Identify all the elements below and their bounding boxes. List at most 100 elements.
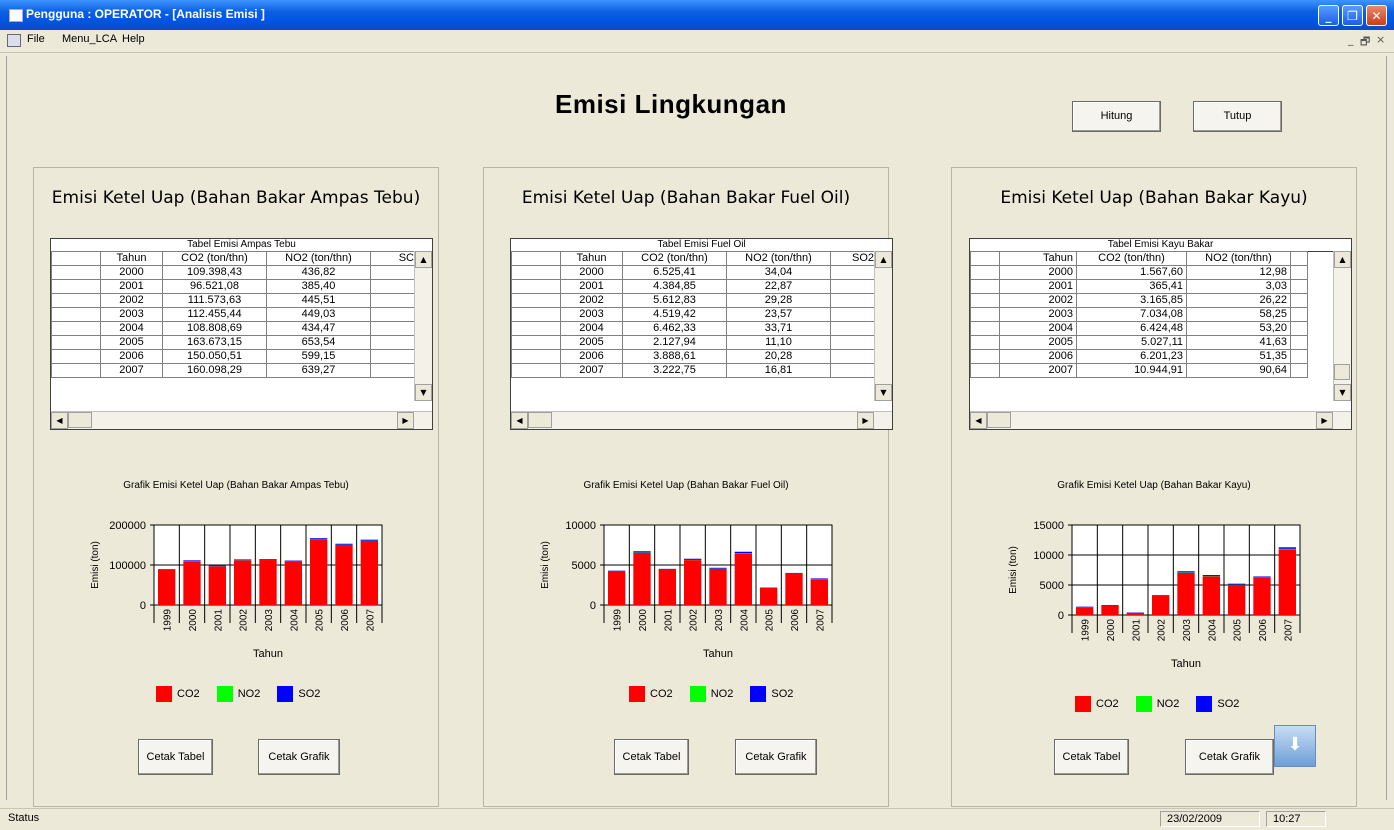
column-header[interactable]: NO2 (ton/thn) [1187, 252, 1291, 266]
scroll-up-icon[interactable]: ▲ [1334, 251, 1351, 268]
table-cell[interactable]: 33,71 [727, 322, 831, 336]
table-cell[interactable]: 2006 [561, 350, 623, 364]
row-selector[interactable] [512, 322, 561, 336]
row-selector[interactable] [52, 322, 101, 336]
row-selector[interactable] [512, 280, 561, 294]
row-selector[interactable] [512, 336, 561, 350]
close-button[interactable]: ✕ [1366, 5, 1387, 26]
table-cell[interactable]: 5.027,11 [1077, 336, 1187, 350]
table-cell[interactable]: 20,28 [727, 350, 831, 364]
table-cell[interactable]: 23,57 [727, 308, 831, 322]
table-row[interactable]: 2004108.808,69434,47 [52, 322, 418, 336]
row-selector[interactable] [52, 350, 101, 364]
table-cell[interactable] [371, 308, 418, 322]
table-cell[interactable]: 2000 [561, 266, 623, 280]
table-row[interactable]: 20034.519,4223,57 [512, 308, 878, 322]
table-row[interactable]: 2001365,413,03 [971, 280, 1308, 294]
table-row[interactable]: 2003112.455,44449,03 [52, 308, 418, 322]
table-cell[interactable]: 2002 [1000, 294, 1077, 308]
table-row[interactable]: 2006150.050,51599,15 [52, 350, 418, 364]
table-row[interactable]: 20046.424,4853,20 [971, 322, 1308, 336]
scroll-up-icon[interactable]: ▲ [875, 251, 892, 268]
scroll-left-icon[interactable]: ◀ [51, 412, 68, 429]
menu-lca[interactable]: Menu_LCA [62, 33, 117, 45]
mdi-restore-button[interactable]: 🗗 [1360, 33, 1370, 52]
horizontal-scrollbar[interactable]: ◀ ▶ [970, 411, 1351, 429]
row-selector[interactable] [971, 350, 1000, 364]
table-cell[interactable]: 5.612,83 [623, 294, 727, 308]
table-cell[interactable] [831, 350, 878, 364]
down-arrow-icon[interactable]: ⬇ [1274, 725, 1316, 767]
vertical-scrollbar[interactable]: ▲ ▼ [1333, 251, 1351, 401]
row-selector[interactable] [512, 350, 561, 364]
cetak-grafik-button[interactable]: Cetak Grafik [735, 739, 817, 775]
table-cell[interactable]: 3,03 [1187, 280, 1291, 294]
table-cell[interactable]: 26,22 [1187, 294, 1291, 308]
table-cell[interactable]: 2000 [1000, 266, 1077, 280]
table-row[interactable]: 20001.567,6012,98 [971, 266, 1308, 280]
column-header[interactable]: CO2 (ton/thn) [1077, 252, 1187, 266]
scroll-right-icon[interactable]: ▶ [397, 412, 414, 429]
scroll-track[interactable] [415, 268, 431, 385]
row-selector[interactable] [971, 364, 1000, 378]
column-header[interactable]: Tahun [101, 252, 163, 266]
table-cell[interactable] [1291, 280, 1308, 294]
menu-help[interactable]: Help [122, 33, 145, 45]
table-cell[interactable]: 51,35 [1187, 350, 1291, 364]
table-cell[interactable]: 3.222,75 [623, 364, 727, 378]
table-cell[interactable]: 10.944,91 [1077, 364, 1187, 378]
table-cell[interactable]: 4.384,85 [623, 280, 727, 294]
mdi-child-icon[interactable] [7, 34, 21, 47]
scroll-thumb[interactable] [1334, 364, 1350, 380]
table-cell[interactable] [1291, 336, 1308, 350]
table-cell[interactable]: 599,15 [267, 350, 371, 364]
scroll-left-icon[interactable]: ◀ [970, 412, 987, 429]
table-row[interactable]: 2005163.673,15653,54 [52, 336, 418, 350]
scroll-right-icon[interactable]: ▶ [857, 412, 874, 429]
mdi-close-button[interactable]: × [1376, 33, 1385, 46]
row-selector[interactable] [52, 308, 101, 322]
table-cell[interactable]: 445,51 [267, 294, 371, 308]
table-cell[interactable]: 111.573,63 [163, 294, 267, 308]
table-cell[interactable]: 365,41 [1077, 280, 1187, 294]
table-cell[interactable]: 6.525,41 [623, 266, 727, 280]
table-cell[interactable]: 436,82 [267, 266, 371, 280]
table-cell[interactable]: 2002 [561, 294, 623, 308]
table-cell[interactable]: 449,03 [267, 308, 371, 322]
table-cell[interactable] [371, 336, 418, 350]
table-cell[interactable]: 7.034,08 [1077, 308, 1187, 322]
horizontal-scrollbar[interactable]: ◀ ▶ [511, 411, 892, 429]
scroll-down-icon[interactable]: ▼ [415, 384, 432, 401]
row-selector[interactable] [52, 364, 101, 378]
table-cell[interactable]: 2005 [101, 336, 163, 350]
table-cell[interactable] [371, 364, 418, 378]
table-cell[interactable]: 2004 [561, 322, 623, 336]
cetak-tabel-button[interactable]: Cetak Tabel [138, 739, 213, 775]
table-cell[interactable]: 90,64 [1187, 364, 1291, 378]
row-selector[interactable] [512, 364, 561, 378]
column-header[interactable]: NO2 (ton/thn) [267, 252, 371, 266]
table-cell[interactable]: 150.050,51 [163, 350, 267, 364]
table-cell[interactable] [831, 336, 878, 350]
table-row[interactable]: 2002111.573,63445,51 [52, 294, 418, 308]
scroll-thumb[interactable] [987, 412, 1011, 428]
column-header[interactable]: CO2 (ton/thn) [163, 252, 267, 266]
column-header[interactable]: NO2 (ton/thn) [727, 252, 831, 266]
table-cell[interactable]: 96.521,08 [163, 280, 267, 294]
table-cell[interactable]: 11,10 [727, 336, 831, 350]
table-row[interactable]: 20055.027,1141,63 [971, 336, 1308, 350]
row-selector[interactable] [971, 280, 1000, 294]
table-cell[interactable] [371, 280, 418, 294]
table-cell[interactable]: 4.519,42 [623, 308, 727, 322]
column-header[interactable]: CO2 (ton/thn) [623, 252, 727, 266]
emission-table[interactable]: Tabel Emisi Fuel Oil Tahun CO2 (ton/thn)… [510, 238, 893, 430]
cetak-tabel-button[interactable]: Cetak Tabel [614, 739, 689, 775]
table-cell[interactable]: 2005 [1000, 336, 1077, 350]
row-selector[interactable] [52, 266, 101, 280]
table-cell[interactable]: 2001 [1000, 280, 1077, 294]
row-selector[interactable] [52, 280, 101, 294]
table-row[interactable]: 20025.612,8329,28 [512, 294, 878, 308]
table-cell[interactable] [371, 266, 418, 280]
table-cell[interactable] [831, 308, 878, 322]
table-row[interactable]: 200710.944,9190,64 [971, 364, 1308, 378]
